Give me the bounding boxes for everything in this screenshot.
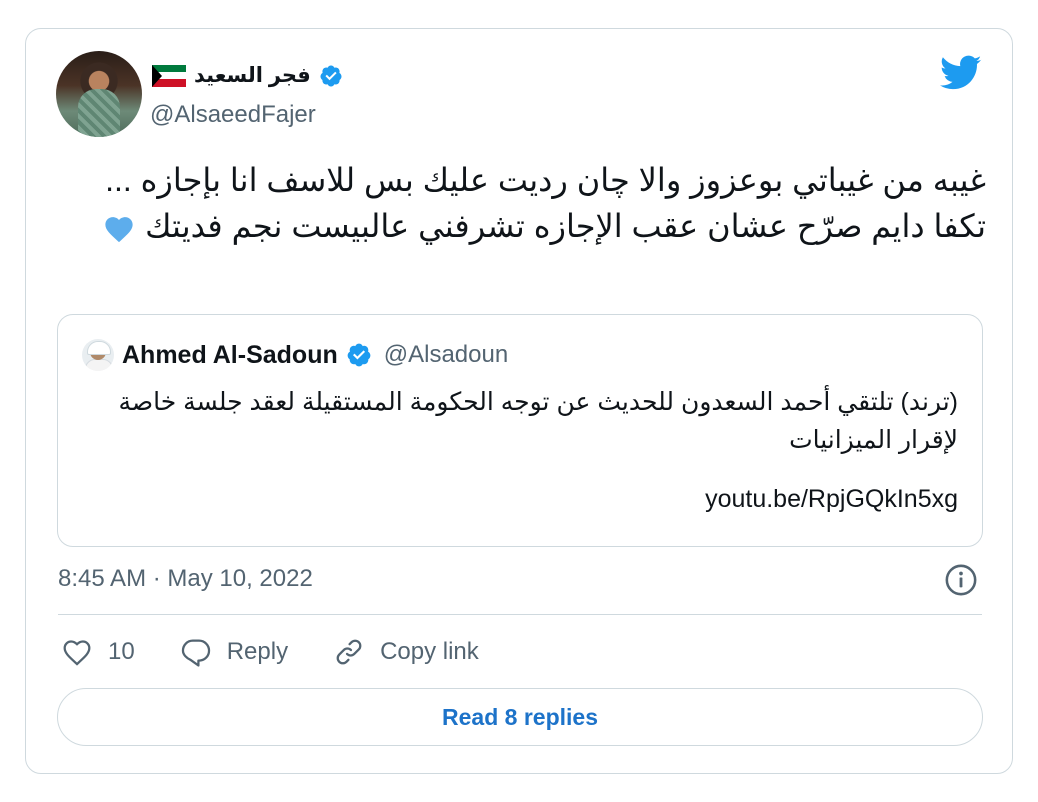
author-name-row: فجر السعيد bbox=[152, 63, 343, 88]
info-icon[interactable] bbox=[944, 563, 978, 597]
verified-badge-icon bbox=[320, 65, 342, 86]
kuwait-flag-icon bbox=[152, 64, 186, 87]
quoted-author-avatar[interactable] bbox=[82, 339, 114, 371]
action-bar: 10 Reply Copy link bbox=[60, 635, 523, 669]
reply-button[interactable]: Reply bbox=[179, 635, 288, 669]
quoted-author-name[interactable]: Ahmed Al-Sadoun bbox=[122, 341, 338, 370]
read-replies-button[interactable]: Read 8 replies bbox=[57, 688, 983, 746]
like-button[interactable]: 10 bbox=[60, 635, 135, 669]
quoted-author-handle[interactable]: @Alsadoun bbox=[384, 341, 508, 369]
tweet-text: غيبه من غيباتي بوعزوز والا چان رديت عليك… bbox=[56, 157, 986, 255]
author-display-name[interactable]: فجر السعيد bbox=[194, 63, 311, 88]
heart-icon bbox=[63, 640, 91, 666]
quoted-tweet-header: Ahmed Al-Sadoun @Alsadoun bbox=[82, 339, 508, 371]
quoted-tweet-text: (ترند) تلتقي أحمد السعدون للحديث عن توجه… bbox=[118, 388, 958, 454]
author-handle[interactable]: @AlsaeedFajer bbox=[150, 101, 316, 129]
author-avatar[interactable] bbox=[56, 51, 142, 137]
reply-bubble-icon bbox=[181, 639, 210, 667]
like-count: 10 bbox=[108, 638, 135, 665]
link-icon bbox=[336, 639, 362, 665]
reply-label: Reply bbox=[226, 638, 289, 665]
copy-link-label: Copy link bbox=[380, 638, 479, 665]
blue-heart-emoji-icon bbox=[102, 209, 136, 255]
verified-badge-icon bbox=[347, 343, 371, 367]
quoted-tweet[interactable]: Ahmed Al-Sadoun @Alsadoun (ترند) تلتقي أ… bbox=[57, 314, 983, 547]
tweet-card: فجر السعيد @AlsaeedFajer غيبه من غيباتي … bbox=[25, 28, 1013, 774]
divider bbox=[58, 614, 982, 615]
copy-link-button[interactable]: Copy link bbox=[332, 635, 479, 669]
tweet-body: غيبه من غيباتي بوعزوز والا چان رديت عليك… bbox=[105, 162, 986, 244]
tweet-timestamp[interactable]: 8:45 AM · May 10, 2022 bbox=[58, 565, 313, 593]
quoted-tweet-link[interactable]: youtu.be/RpjGQkIn5xg bbox=[705, 485, 958, 514]
twitter-bird-icon[interactable] bbox=[940, 55, 982, 91]
